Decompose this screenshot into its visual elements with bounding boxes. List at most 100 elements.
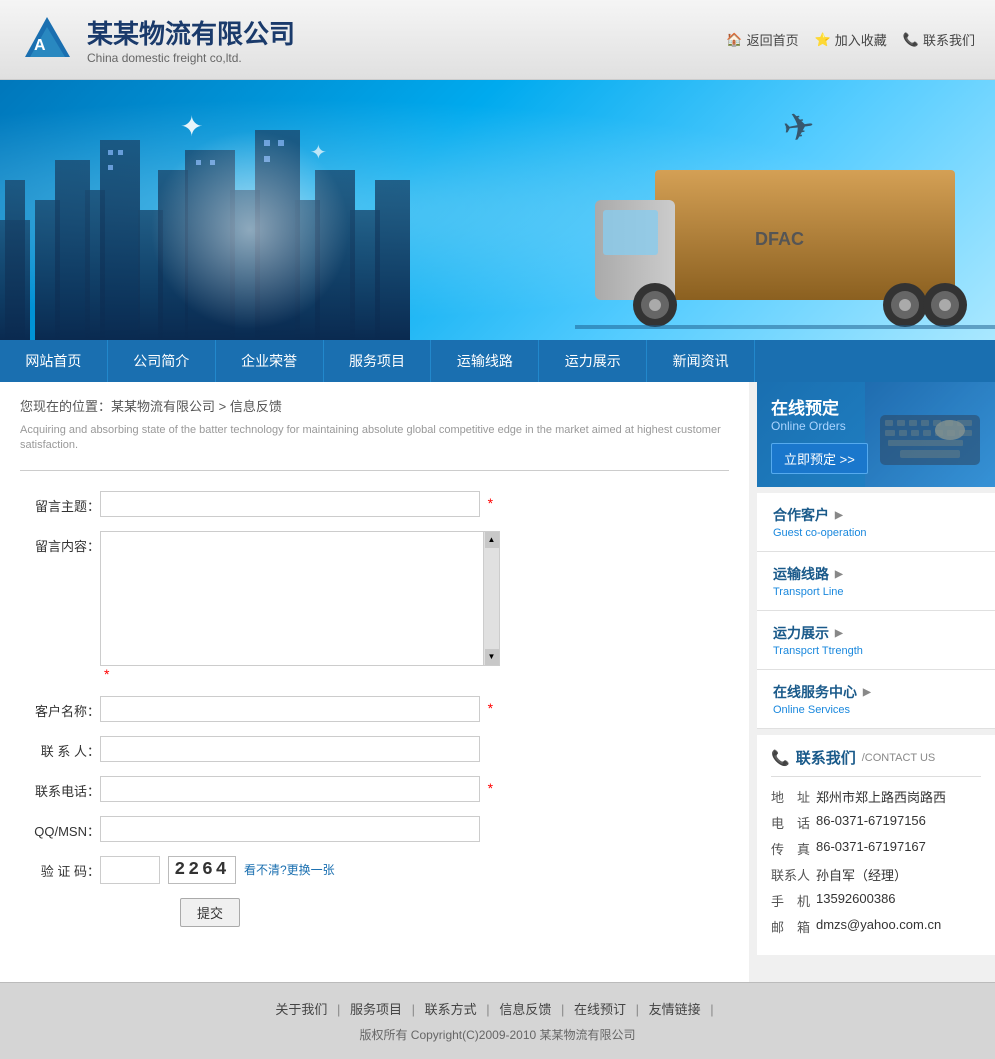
content-required-mark: * bbox=[104, 666, 109, 682]
nav-item-routes[interactable]: 运输线路 bbox=[431, 340, 539, 382]
phone-field: * bbox=[100, 776, 729, 802]
phone-required-mark: * bbox=[488, 780, 493, 796]
footer-link-3[interactable]: 信息反馈 bbox=[499, 1002, 551, 1017]
sidebar-contact: 📞 联系我们 /CONTACT US 地 址 郑州市郑上路西岗路西 电 话 86… bbox=[757, 735, 995, 955]
footer-sep-3: | bbox=[561, 1002, 564, 1017]
form-row-submit: 提交 bbox=[20, 898, 729, 927]
footer-sep-2: | bbox=[486, 1002, 489, 1017]
scrollbar-up-btn[interactable]: ▲ bbox=[485, 532, 499, 548]
qq-input[interactable] bbox=[100, 816, 480, 842]
contact-val-2: 86-0371-67197167 bbox=[816, 839, 926, 858]
sidebar-link-en-1: Transport Line bbox=[773, 586, 979, 598]
contact-key-5: 邮 箱 bbox=[771, 917, 816, 936]
content-divider bbox=[20, 470, 729, 471]
sidebar-link-cn-0: 合作客户 bbox=[773, 505, 979, 525]
content-label: 留言内容： bbox=[20, 531, 100, 555]
nav-item-news[interactable]: 新闻资讯 bbox=[647, 340, 755, 382]
sidebar-links: 合作客户 Guest co-operation 运输线路 Transport L… bbox=[757, 493, 995, 729]
top-nav-favorites[interactable]: ⭐ 加入收藏 bbox=[815, 30, 887, 49]
contact-header: 📞 联系我们 /CONTACT US bbox=[771, 747, 981, 777]
subject-label: 留言主题： bbox=[20, 491, 100, 515]
captcha-refresh-link[interactable]: 看不清?更换一张 bbox=[244, 861, 335, 878]
nav-item-honor[interactable]: 企业荣誉 bbox=[216, 340, 324, 382]
sidebar-link-en-0: Guest co-operation bbox=[773, 527, 979, 539]
form-row-phone: 联系电话： * bbox=[20, 776, 729, 802]
sidebar-link-2[interactable]: 运力展示 Transpcrt Ttrength bbox=[757, 611, 995, 670]
footer-link-4[interactable]: 在线预订 bbox=[574, 1002, 626, 1017]
customer-input[interactable] bbox=[100, 696, 480, 722]
form-row-subject: 留言主题： * bbox=[20, 491, 729, 517]
header: A 某某物流有限公司 China domestic freight co,ltd… bbox=[0, 0, 995, 80]
banner: ✈ ✦ ✦ DFAC bbox=[0, 80, 995, 340]
submit-field: 提交 bbox=[100, 898, 729, 927]
contact-val-4: 13592600386 bbox=[816, 891, 896, 910]
footer-link-0[interactable]: 关于我们 bbox=[275, 1002, 327, 1017]
logo-text: 某某物流有限公司 China domestic freight co,ltd. bbox=[87, 14, 295, 65]
logo-area: A 某某物流有限公司 China domestic freight co,ltd… bbox=[20, 12, 295, 67]
footer-sep-4: | bbox=[636, 1002, 639, 1017]
form-row-customer: 客户名称： * bbox=[20, 696, 729, 722]
footer-sep-1: | bbox=[412, 1002, 415, 1017]
nav-item-home[interactable]: 网站首页 bbox=[0, 340, 108, 382]
contact-input[interactable] bbox=[100, 736, 480, 762]
subject-input[interactable] bbox=[100, 491, 480, 517]
contact-val-3: 孙自军（经理） bbox=[816, 865, 907, 884]
submit-spacer bbox=[20, 898, 100, 903]
contact-key-3: 联系人 bbox=[771, 865, 816, 884]
content-textarea[interactable] bbox=[101, 532, 499, 665]
svg-text:DFAC: DFAC bbox=[755, 229, 804, 249]
sidebar-link-cn-2: 运力展示 bbox=[773, 623, 979, 643]
breadcrumb: 您现在的位置：某某物流有限公司 > 信息反馈 bbox=[20, 396, 729, 415]
nav-item-services[interactable]: 服务项目 bbox=[324, 340, 432, 382]
contact-val-0: 郑州市郑上路西岗路西 bbox=[816, 787, 946, 806]
sidebar-link-0[interactable]: 合作客户 Guest co-operation bbox=[757, 493, 995, 552]
top-nav-home[interactable]: 🏠 返回首页 bbox=[726, 30, 798, 49]
banner-city-svg bbox=[0, 120, 600, 340]
sidebar-link-en-2: Transpcrt Ttrength bbox=[773, 645, 979, 657]
footer-sep-5: | bbox=[710, 1002, 713, 1017]
logo-icon: A bbox=[20, 12, 75, 67]
footer-links: 关于我们 | 服务项目 | 联系方式 | 信息反馈 | 在线预订 | 友情链接 … bbox=[0, 999, 995, 1018]
contact-key-0: 地 址 bbox=[771, 787, 816, 806]
footer: 关于我们 | 服务项目 | 联系方式 | 信息反馈 | 在线预订 | 友情链接 … bbox=[0, 982, 995, 1059]
feedback-form: 留言主题： * 留言内容： ▲ ▼ * bbox=[20, 491, 729, 927]
phone-label: 联系电话： bbox=[20, 776, 100, 800]
sidebar-online-order: 在线预定 Online Orders 立即预定 >> bbox=[757, 382, 995, 487]
content-field: ▲ ▼ * bbox=[100, 531, 729, 682]
contact-row-5: 邮 箱 dmzs@yahoo.com.cn bbox=[771, 917, 981, 936]
sidebar-link-1[interactable]: 运输线路 Transport Line bbox=[757, 552, 995, 611]
submit-button[interactable]: 提交 bbox=[180, 898, 240, 927]
contact-label: 联 系 人： bbox=[20, 736, 100, 760]
footer-link-1[interactable]: 服务项目 bbox=[350, 1002, 402, 1017]
banner-star2-icon: ✦ bbox=[310, 140, 327, 165]
footer-link-2[interactable]: 联系方式 bbox=[425, 1002, 477, 1017]
nav-item-about[interactable]: 公司简介 bbox=[108, 340, 216, 382]
contact-key-2: 传 真 bbox=[771, 839, 816, 858]
contact-field bbox=[100, 736, 729, 762]
form-row-contact: 联 系 人： bbox=[20, 736, 729, 762]
captcha-input[interactable] bbox=[100, 856, 160, 884]
banner-truck-svg: DFAC bbox=[575, 110, 995, 340]
footer-link-5[interactable]: 友情链接 bbox=[649, 1002, 701, 1017]
captcha-label: 验 证 码： bbox=[20, 856, 100, 880]
breadcrumb-subtitle: Acquiring and absorbing state of the bat… bbox=[20, 423, 729, 454]
qq-field bbox=[100, 816, 729, 842]
sidebar-link-cn-3: 在线服务中心 bbox=[773, 682, 979, 702]
online-order-content: 在线预定 Online Orders 立即预定 >> bbox=[757, 382, 995, 486]
customer-label: 客户名称： bbox=[20, 696, 100, 720]
textarea-wrapper: ▲ ▼ bbox=[100, 531, 500, 666]
top-nav-contact[interactable]: 📞 联系我们 bbox=[903, 30, 975, 49]
scrollbar-down-btn[interactable]: ▼ bbox=[485, 649, 499, 665]
nav-item-capacity[interactable]: 运力展示 bbox=[539, 340, 647, 382]
sidebar: 在线预定 Online Orders 立即预定 >> 合作客户 Guest co… bbox=[757, 382, 995, 982]
nav-wrapper: 网站首页 公司简介 企业荣誉 服务项目 运输线路 运力展示 新闻资讯 bbox=[0, 340, 995, 382]
main-wrapper: 您现在的位置：某某物流有限公司 > 信息反馈 Acquiring and abs… bbox=[0, 382, 995, 982]
phone-input[interactable] bbox=[100, 776, 480, 802]
content-area: 您现在的位置：某某物流有限公司 > 信息反馈 Acquiring and abs… bbox=[0, 382, 749, 982]
qq-label: QQ/MSN： bbox=[20, 816, 100, 840]
sidebar-link-3[interactable]: 在线服务中心 Online Services bbox=[757, 670, 995, 729]
scrollbar-track: ▲ ▼ bbox=[483, 532, 499, 665]
contact-val-1: 86-0371-67197156 bbox=[816, 813, 926, 832]
contact-icon: 📞 bbox=[771, 749, 790, 767]
online-order-button[interactable]: 立即预定 >> bbox=[771, 443, 868, 474]
